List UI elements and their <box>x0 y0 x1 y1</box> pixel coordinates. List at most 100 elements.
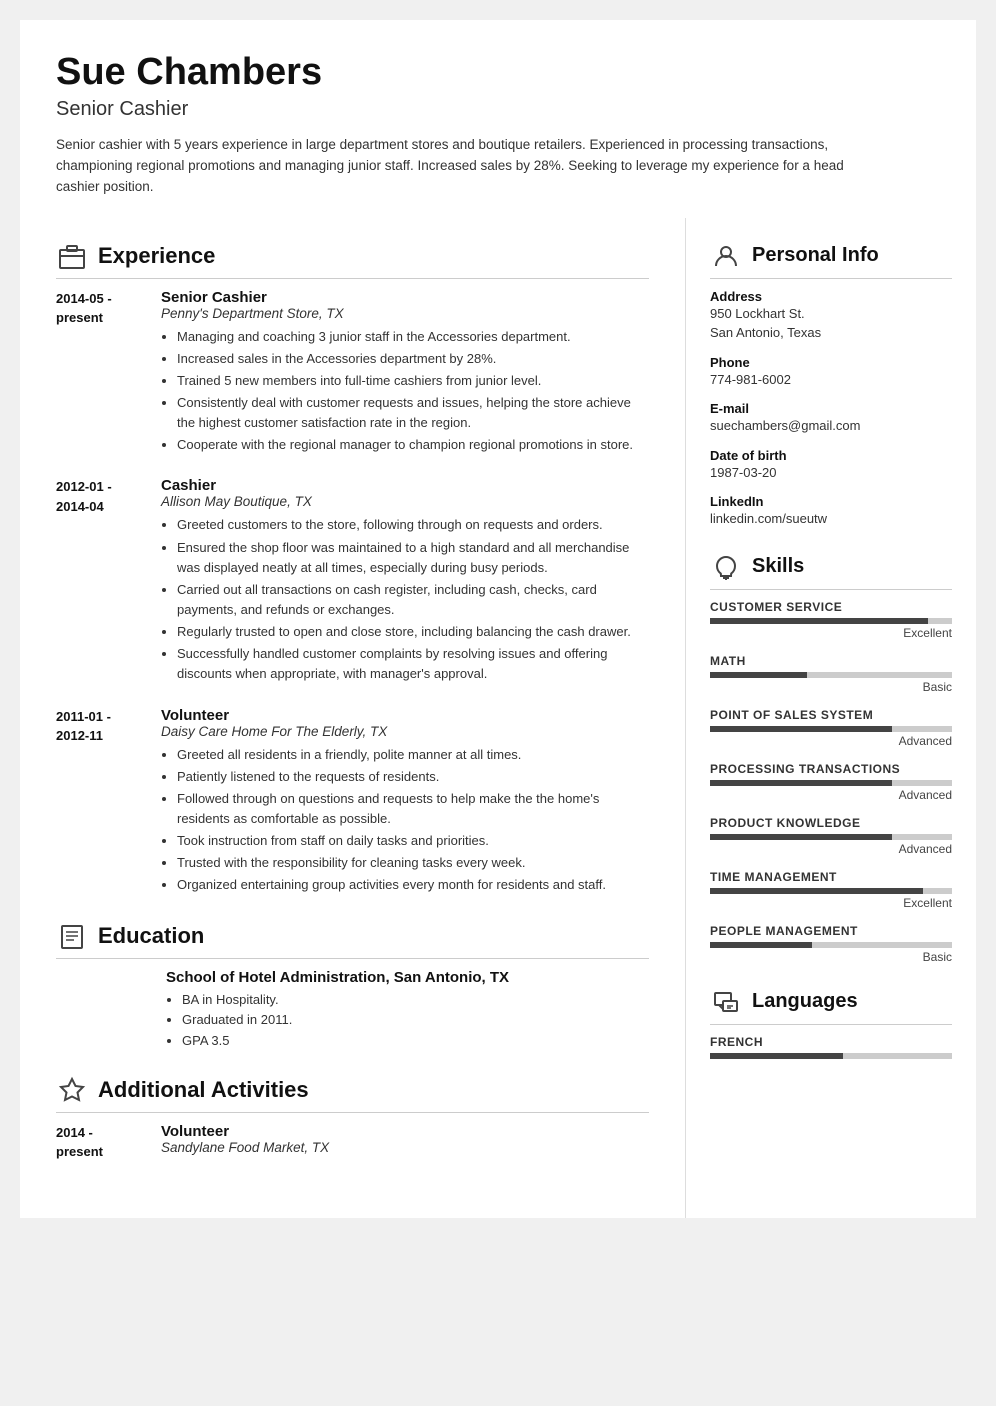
skill-level: Excellent <box>710 626 952 640</box>
personal-info-icon <box>710 240 742 272</box>
act-content: Volunteer Sandylane Food Market, TX <box>161 1123 649 1162</box>
activities-header: Additional Activities <box>56 1074 649 1113</box>
skill-name: TIME MANAGEMENT <box>710 870 952 884</box>
candidate-summary: Senior cashier with 5 years experience i… <box>56 135 876 198</box>
skill-name: PROCESSING TRANSACTIONS <box>710 762 952 776</box>
skill-bar-fill <box>710 780 892 786</box>
skills-section: Skills CUSTOMER SERVICE Excellent MATH B… <box>710 551 952 964</box>
bullet: Trusted with the responsibility for clea… <box>177 853 649 873</box>
bullet: Consistently deal with customer requests… <box>177 393 649 433</box>
education-header: Education <box>56 920 649 959</box>
experience-item: 2014-05 -present Senior Cashier Penny's … <box>56 289 649 458</box>
skills-header: Skills <box>710 551 952 590</box>
edu-school: School of Hotel Administration, San Anto… <box>166 969 649 986</box>
bullet: Greeted customers to the store, followin… <box>177 515 649 535</box>
bullet: Increased sales in the Accessories depar… <box>177 349 649 369</box>
experience-section: Experience 2014-05 -present Senior Cashi… <box>56 240 649 898</box>
phone-label: Phone <box>710 355 952 370</box>
lang-name: FRENCH <box>710 1035 952 1049</box>
skill-name: PRODUCT KNOWLEDGE <box>710 816 952 830</box>
education-icon <box>56 920 88 952</box>
phone-value: 774-981-6002 <box>710 370 952 390</box>
languages-icon <box>710 986 742 1018</box>
body: Experience 2014-05 -present Senior Cashi… <box>20 218 976 1218</box>
skill-bar-fill <box>710 726 892 732</box>
experience-item: 2012-01 -2014-04 Cashier Allison May Bou… <box>56 477 649 686</box>
activity-item: 2014 -present Volunteer Sandylane Food M… <box>56 1123 649 1162</box>
exp-date: 2012-01 -2014-04 <box>56 477 141 686</box>
exp-company: Allison May Boutique, TX <box>161 494 649 509</box>
skill-level: Advanced <box>710 788 952 802</box>
experience-header: Experience <box>56 240 649 279</box>
skill-item: CUSTOMER SERVICE Excellent <box>710 600 952 640</box>
bullet: Greeted all residents in a friendly, pol… <box>177 745 649 765</box>
bullet: Graduated in 2011. <box>182 1010 649 1031</box>
header: Sue Chambers Senior Cashier Senior cashi… <box>20 20 976 218</box>
bullet: Ensured the shop floor was maintained to… <box>177 538 649 578</box>
email-label: E-mail <box>710 401 952 416</box>
experience-icon <box>56 240 88 272</box>
education-list: School of Hotel Administration, San Anto… <box>56 969 649 1052</box>
skill-bar-fill <box>710 672 807 678</box>
personal-info-header: Personal Info <box>710 240 952 279</box>
lang-bar-bg <box>710 1053 952 1059</box>
linkedin-label: LinkedIn <box>710 494 952 509</box>
address-line2: San Antonio, Texas <box>710 323 952 343</box>
exp-title: Cashier <box>161 477 649 494</box>
candidate-name: Sue Chambers <box>56 52 940 94</box>
skills-icon <box>710 551 742 583</box>
edu-bullets: BA in Hospitality.Graduated in 2011.GPA … <box>166 990 649 1052</box>
bullet: Carried out all transactions on cash reg… <box>177 580 649 620</box>
exp-content: Senior Cashier Penny's Department Store,… <box>161 289 649 458</box>
right-column: Personal Info Address 950 Lockhart St. S… <box>686 218 976 1218</box>
personal-info-label: Personal Info <box>752 244 879 267</box>
exp-company: Daisy Care Home For The Elderly, TX <box>161 724 649 739</box>
bullet: Cooperate with the regional manager to c… <box>177 435 649 455</box>
languages-label: Languages <box>752 990 858 1013</box>
exp-content: Cashier Allison May Boutique, TX Greeted… <box>161 477 649 686</box>
act-title: Volunteer <box>161 1123 649 1140</box>
address-item: Address 950 Lockhart St. San Antonio, Te… <box>710 289 952 343</box>
experience-list: 2014-05 -present Senior Cashier Penny's … <box>56 289 649 898</box>
skill-level: Basic <box>710 680 952 694</box>
skill-level: Advanced <box>710 842 952 856</box>
activities-label: Additional Activities <box>98 1077 309 1103</box>
experience-item: 2011-01 -2012-11 Volunteer Daisy Care Ho… <box>56 707 649 898</box>
skill-bar-bg <box>710 834 952 840</box>
education-item: School of Hotel Administration, San Anto… <box>166 969 649 1052</box>
bullet: Patiently listened to the requests of re… <box>177 767 649 787</box>
skill-item: TIME MANAGEMENT Excellent <box>710 870 952 910</box>
skill-item: PEOPLE MANAGEMENT Basic <box>710 924 952 964</box>
exp-bullets: Greeted customers to the store, followin… <box>161 515 649 684</box>
bullet: Trained 5 new members into full-time cas… <box>177 371 649 391</box>
language-item: FRENCH <box>710 1035 952 1059</box>
bullet: Regularly trusted to open and close stor… <box>177 622 649 642</box>
left-column: Experience 2014-05 -present Senior Cashi… <box>20 218 686 1218</box>
education-section: Education School of Hotel Administration… <box>56 920 649 1052</box>
bullet: Followed through on questions and reques… <box>177 789 649 829</box>
skill-level: Excellent <box>710 896 952 910</box>
skills-list: CUSTOMER SERVICE Excellent MATH Basic PO… <box>710 600 952 964</box>
linkedin-value: linkedin.com/sueutw <box>710 509 952 529</box>
skill-bar-bg <box>710 618 952 624</box>
exp-title: Volunteer <box>161 707 649 724</box>
experience-label: Experience <box>98 243 215 269</box>
exp-bullets: Greeted all residents in a friendly, pol… <box>161 745 649 896</box>
skill-bar-bg <box>710 726 952 732</box>
education-label: Education <box>98 923 204 949</box>
skill-item: PROCESSING TRANSACTIONS Advanced <box>710 762 952 802</box>
skill-name: CUSTOMER SERVICE <box>710 600 952 614</box>
address-line1: 950 Lockhart St. <box>710 304 952 324</box>
bullet: GPA 3.5 <box>182 1031 649 1052</box>
email-value: suechambers@gmail.com <box>710 416 952 436</box>
skill-bar-fill <box>710 834 892 840</box>
bullet: Successfully handled customer complaints… <box>177 644 649 684</box>
bullet: Managing and coaching 3 junior staff in … <box>177 327 649 347</box>
act-date: 2014 -present <box>56 1123 141 1162</box>
dob-item: Date of birth 1987-03-20 <box>710 448 952 483</box>
skill-name: MATH <box>710 654 952 668</box>
email-item: E-mail suechambers@gmail.com <box>710 401 952 436</box>
skill-bar-bg <box>710 672 952 678</box>
bullet: BA in Hospitality. <box>182 990 649 1011</box>
skill-item: POINT OF SALES SYSTEM Advanced <box>710 708 952 748</box>
